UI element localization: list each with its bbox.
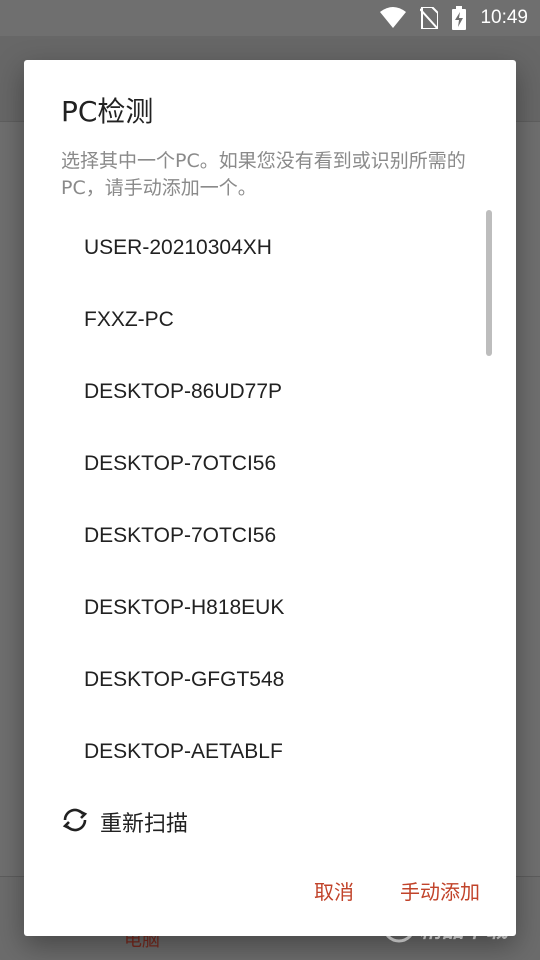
pc-list-item[interactable]: FXXZ-PC [24,284,516,356]
battery-charging-icon [452,6,467,30]
pc-list-item[interactable]: DESKTOP-86UD77P [24,356,516,428]
pc-list-item[interactable]: DESKTOP-7OTCI56 [24,500,516,572]
manual-add-button[interactable]: 手动添加 [400,876,480,905]
pc-list-item[interactable]: DESKTOP-AETABLF [24,716,516,788]
status-time: 10:49 [480,7,528,28]
cancel-button[interactable]: 取消 [314,876,354,905]
pc-list[interactable]: USER-20210304XH FXXZ-PC DESKTOP-86UD77P … [24,212,516,792]
dialog-description: 选择其中一个PC。如果您没有看到或识别所需的PC，请手动添加一个。 [61,150,466,199]
wifi-icon [380,7,407,29]
pc-list-item[interactable]: DESKTOP-7OTCI56 [24,428,516,500]
no-sim-icon [420,7,439,29]
pc-list-item[interactable]: USER-20210304XH [24,212,516,284]
rescan-button[interactable]: 重新扫描 [60,802,188,842]
dialog-title: PC检测 [61,95,154,128]
pc-detect-dialog: PC检测 选择其中一个PC。如果您没有看到或识别所需的PC，请手动添加一个。 U… [24,60,516,936]
pc-list-item[interactable]: DESKTOP-GFGT548 [24,644,516,716]
rescan-label: 重新扫描 [100,812,189,837]
pc-list-item[interactable]: DESKTOP-H818EUK [24,572,516,644]
watermark: 精品下载 [382,902,532,954]
watermark-text: 精品下载 [420,918,509,943]
list-scrollbar[interactable] [486,210,492,356]
status-bar: 10:49 [0,0,540,36]
refresh-icon [60,807,90,837]
watermark-logo-icon [382,909,416,947]
dialog-actions: 取消 手动添加 [314,876,480,905]
